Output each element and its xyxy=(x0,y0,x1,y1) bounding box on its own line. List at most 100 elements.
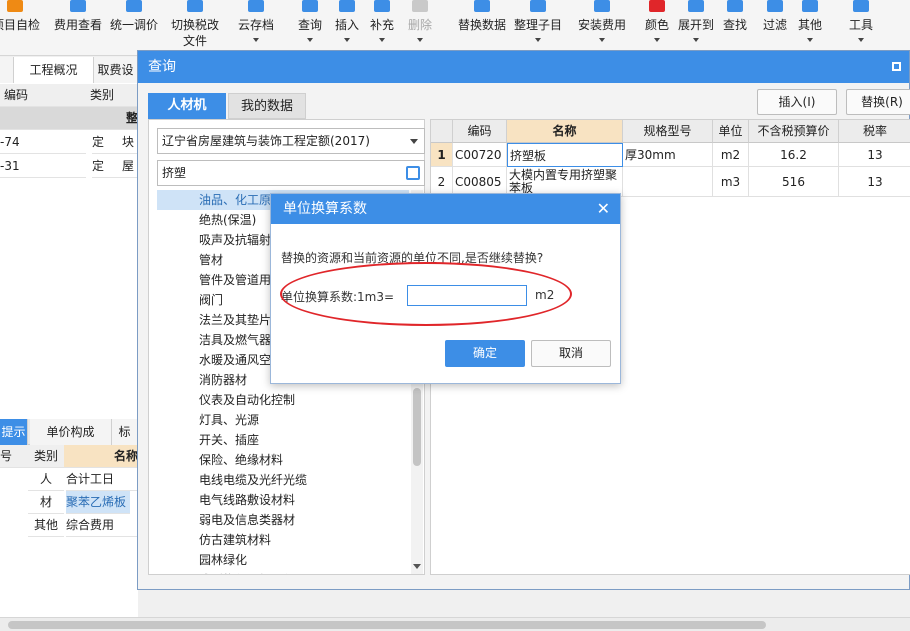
toolbar-button[interactable]: 补充 xyxy=(366,0,398,56)
insert-button[interactable]: 插入(I) xyxy=(757,89,837,115)
toolbar-button[interactable]: 其他 xyxy=(794,0,826,56)
tab-hint[interactable]: 提示 xyxy=(0,419,28,445)
toolbar-button[interactable]: 整理子目 xyxy=(510,0,566,56)
organize-icon xyxy=(530,0,546,12)
toolbar-button[interactable]: 替换数据 xyxy=(454,0,510,56)
grid-cell-tax[interactable]: 13 xyxy=(839,167,910,197)
tab-standard[interactable]: 标 xyxy=(112,419,138,445)
tab-fee-setting[interactable]: 取费设 xyxy=(94,57,138,83)
grid-header-tax[interactable]: 税率 xyxy=(839,120,910,143)
toolbar-button[interactable]: 删除 xyxy=(404,0,436,56)
horizontal-scrollbar[interactable] xyxy=(0,617,910,631)
bg-row-type[interactable]: 定 xyxy=(92,155,122,178)
tree-item[interactable]: 保险、绝缘材料 xyxy=(157,450,409,470)
grid-cell-name-selected[interactable]: 挤塑板 xyxy=(507,143,623,167)
scroll-down-arrow-icon[interactable] xyxy=(413,564,421,569)
toolbar-button-label: 过滤 xyxy=(762,18,787,32)
grid-rownum[interactable]: 1 xyxy=(431,143,453,167)
grid-header-rownum xyxy=(431,120,453,143)
grid-header-name[interactable]: 名称 xyxy=(507,120,623,143)
tree-item[interactable]: 仿古建筑材料 xyxy=(157,530,409,550)
bg-row-code[interactable]: -31 xyxy=(0,155,86,178)
toolbar-button[interactable]: 查询 xyxy=(292,0,328,56)
search-icon[interactable] xyxy=(406,166,420,180)
toolbar-button[interactable]: 切换税改 文件 xyxy=(162,0,228,56)
cost-view-icon xyxy=(70,0,86,12)
chevron-down-icon xyxy=(253,38,259,42)
tree-item[interactable]: 电线电缆及光纤光缆 xyxy=(157,470,409,490)
scrollbar-thumb[interactable] xyxy=(8,621,766,629)
bg-group-row[interactable]: 整 xyxy=(0,107,138,130)
toolbar-button[interactable]: 项目自检 xyxy=(0,0,41,56)
grid-cell-spec[interactable]: 厚30mm xyxy=(623,143,713,167)
tree-item[interactable]: 弱电及信息类器材 xyxy=(157,510,409,530)
toolbar-button[interactable]: 展开到 xyxy=(676,0,716,56)
toolbar-button-label: 插入 xyxy=(334,18,359,32)
bg-row-name[interactable]: 块 xyxy=(122,131,138,154)
toolbar-button[interactable]: 查找 xyxy=(720,0,750,56)
bg-bottom-header-type: 类别 xyxy=(28,445,64,468)
scrollbar-thumb[interactable] xyxy=(413,388,421,466)
grid-cell-unit[interactable]: m2 xyxy=(713,143,749,167)
replace-button[interactable]: 替换(R) xyxy=(846,89,910,115)
query-dialog-titlebar[interactable]: 查询 xyxy=(138,51,909,83)
tree-item[interactable]: 开关、插座 xyxy=(157,430,409,450)
bg-header-type: 类别 xyxy=(86,84,138,107)
grid-cell-price[interactable]: 16.2 xyxy=(749,143,839,167)
grid-cell-spec[interactable] xyxy=(623,167,713,197)
bg-bottom-name[interactable]: 综合费用 xyxy=(66,514,138,537)
grid-header-unit[interactable]: 单位 xyxy=(713,120,749,143)
confirm-button[interactable]: 确定 xyxy=(445,340,525,367)
grid-header-code[interactable]: 编码 xyxy=(453,120,507,143)
cancel-button[interactable]: 取消 xyxy=(531,340,611,367)
bg-bottom-header-no: 号 xyxy=(0,445,28,468)
tree-item[interactable]: 园林绿化 xyxy=(157,550,409,570)
toolbar-button[interactable]: 云存档 xyxy=(234,0,278,56)
toolbar-button[interactable]: 统一调价 xyxy=(108,0,160,56)
grid-cell-price[interactable]: 516 xyxy=(749,167,839,197)
bg-bottom-name[interactable]: 合计工日 xyxy=(66,468,138,491)
chevron-down-icon[interactable] xyxy=(410,139,418,144)
toolbar-button[interactable]: 费用查看 xyxy=(52,0,104,56)
close-icon[interactable]: ✕ xyxy=(597,200,610,218)
tree-item[interactable]: 电气线路敷设材料 xyxy=(157,490,409,510)
toolbar-button[interactable]: 过滤 xyxy=(760,0,790,56)
bg-tab-stub[interactable] xyxy=(0,57,14,83)
bg-row-name[interactable]: 屋 xyxy=(122,155,138,178)
tab-labor-material-machine[interactable]: 人材机 xyxy=(148,93,226,119)
tab-my-data[interactable]: 我的数据 xyxy=(228,93,306,119)
quota-library-value: 辽宁省房屋建筑与装饰工程定额(2017) xyxy=(162,134,370,148)
unit-conversion-titlebar[interactable]: 单位换算系数 ✕ xyxy=(271,194,620,224)
tree-item[interactable]: 灯具、光源 xyxy=(157,410,409,430)
tree-item[interactable]: 成型构件及加工件 xyxy=(157,570,409,574)
query-icon xyxy=(302,0,318,12)
bg-bottom-type[interactable]: 人 xyxy=(28,468,64,491)
chevron-down-icon xyxy=(344,38,350,42)
grid-header-spec[interactable]: 规格型号 xyxy=(623,120,713,143)
grid-cell-unit[interactable]: m3 xyxy=(713,167,749,197)
quota-library-select[interactable]: 辽宁省房屋建筑与装饰工程定额(2017) xyxy=(157,128,425,154)
category-search-input[interactable]: 挤塑 xyxy=(157,160,425,186)
query-dialog-title: 查询 xyxy=(148,59,176,75)
tab-project-overview[interactable]: 工程概况 xyxy=(14,57,94,83)
bg-row-code[interactable]: -74 xyxy=(0,131,86,154)
bg-bottom-type[interactable]: 其他 xyxy=(28,514,64,537)
bg-row-type[interactable]: 定 xyxy=(92,131,122,154)
tree-item[interactable]: 仪表及自动化控制 xyxy=(157,390,409,410)
toolbar-button[interactable]: 安装费用 xyxy=(574,0,630,56)
grid-header-price[interactable]: 不含税预算价 xyxy=(749,120,839,143)
tab-unit-price-composition[interactable]: 单价构成 xyxy=(30,419,112,445)
bg-bottom-type[interactable]: 材 xyxy=(28,491,64,514)
bg-bottom-header-name: 名称 xyxy=(64,445,138,468)
grid-cell-tax[interactable]: 13 xyxy=(839,143,910,167)
expand-icon xyxy=(688,0,704,12)
toolbar-button[interactable]: 工具 xyxy=(844,0,878,56)
adjust-price-icon xyxy=(126,0,142,12)
bg-bottom-name-selected[interactable]: 聚苯乙烯板 xyxy=(66,491,130,514)
toolbar-button-label: 项目自检 xyxy=(0,18,41,32)
toolbar-button-label: 费用查看 xyxy=(53,18,102,32)
toolbar-button[interactable]: 插入 xyxy=(330,0,364,56)
grid-cell-code[interactable]: C00720 xyxy=(453,143,507,167)
toolbar-button[interactable]: 颜色 xyxy=(642,0,672,56)
maximize-icon[interactable] xyxy=(892,62,901,71)
